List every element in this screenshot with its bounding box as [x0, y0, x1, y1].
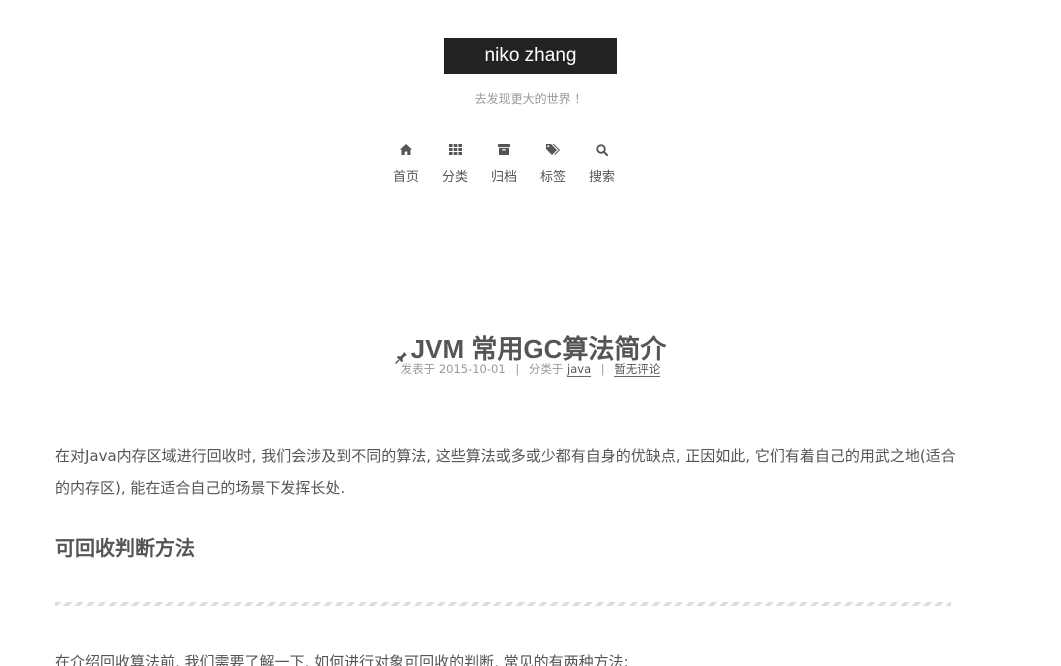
posted-label: 发表于 [400, 362, 436, 376]
nav-item-label: 归档 [490, 170, 517, 185]
main-nav: 首页 分类 归档 标签 搜索 [382, 140, 622, 190]
nav-item-label: 搜索 [588, 170, 615, 185]
search-icon [578, 140, 626, 158]
tags-icon [529, 140, 577, 158]
category-link[interactable]: java [567, 362, 592, 377]
meta-divider: | [515, 362, 520, 376]
page: niko zhang 去发现更大的世界 ！ 首页 分类 归档 标签 搜索 JVM… [0, 0, 1061, 666]
nav-item-label: 首页 [392, 170, 419, 185]
post-meta: 发表于 2015-10-01 | 分类于 java | 暂无评论 [0, 361, 1061, 377]
nav-item-label: 标签 [539, 170, 566, 185]
heading-divider [55, 602, 951, 606]
post-paragraph: 在对Java内存区域进行回收时, 我们会涉及到不同的算法, 这些算法或多或少都有… [55, 447, 956, 497]
site-title[interactable]: niko zhang [444, 38, 617, 74]
post-title[interactable]: JVM 常用GC算法简介 [411, 334, 667, 364]
section-heading: 可回收判断方法 [55, 536, 195, 560]
comments-link[interactable]: 暂无评论 [614, 362, 661, 377]
site-subtitle: 去发现更大的世界 ！ [474, 92, 587, 106]
th-icon [431, 140, 479, 158]
nav-item-home[interactable]: 首页 [382, 140, 430, 185]
post-body: 在对Java内存区域进行回收时, 我们会涉及到不同的算法, 这些算法或多或少都有… [55, 440, 960, 666]
category-label: 分类于 [528, 362, 564, 376]
nav-item-search[interactable]: 搜索 [578, 140, 626, 185]
post-paragraph: 在介绍回收算法前, 我们需要了解一下, 如何进行对象可回收的判断, 常见的有两种… [55, 653, 629, 666]
home-icon [382, 140, 430, 158]
post-date: 2015-10-01 [438, 362, 506, 376]
meta-divider: | [600, 362, 605, 376]
nav-item-tags[interactable]: 标签 [529, 140, 577, 185]
nav-item-categories[interactable]: 分类 [431, 140, 479, 185]
site-header: niko zhang 去发现更大的世界 ！ [0, 38, 1061, 106]
nav-item-archives[interactable]: 归档 [480, 140, 528, 185]
archive-icon [480, 140, 528, 158]
nav-item-label: 分类 [441, 170, 468, 185]
